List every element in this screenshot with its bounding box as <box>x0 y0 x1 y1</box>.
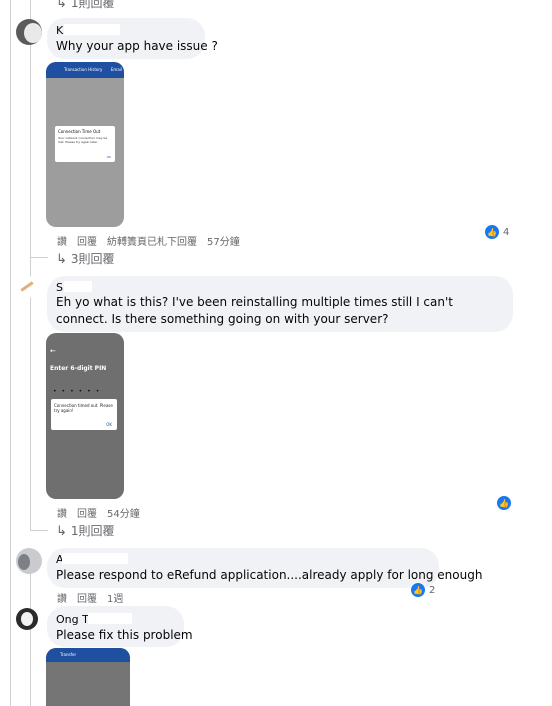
avatar-drawing <box>20 281 34 292</box>
redacted-name <box>64 24 120 35</box>
thread-line <box>30 568 31 706</box>
comment-image[interactable]: Transaction History Email Connection Tim… <box>46 62 124 227</box>
app-header-action: Email <box>110 67 122 72</box>
comment-time[interactable]: 57分鐘 <box>207 237 240 248</box>
like-action[interactable]: 讚 <box>57 237 67 248</box>
view-replies-link[interactable]: ↳ 1則回覆 <box>56 0 115 11</box>
avatar[interactable] <box>16 19 42 45</box>
thread-branch <box>30 530 48 531</box>
reaction-count[interactable]: 👍 4 <box>484 224 509 240</box>
thread-line-outer <box>10 0 11 706</box>
comment-author[interactable]: K <box>56 24 63 37</box>
thumbs-up-icon: 👍 <box>484 224 500 240</box>
reaction-count[interactable]: 👍 2 <box>410 582 435 598</box>
comment-time[interactable]: 1週 <box>107 594 123 605</box>
error-dialog: Connection Time Out Your network connect… <box>55 126 115 162</box>
app-header-title: Transaction History <box>64 67 103 72</box>
avatar[interactable] <box>16 548 42 574</box>
comment-actions: 讚回覆 紡𨍭簀頁已札下回覆 57分鐘 <box>57 233 250 248</box>
like-action[interactable]: 讚 <box>57 594 67 605</box>
thumbs-up-icon: 👍 <box>410 582 426 598</box>
translation-action[interactable]: 紡𨍭簀頁已札下回覆 <box>107 237 197 248</box>
reply-arrow-icon: ↳ <box>56 252 67 267</box>
avatar[interactable] <box>16 608 38 630</box>
comment-image[interactable]: Transfer <box>46 648 130 706</box>
comment-actions: 讚回覆 1週 <box>57 590 133 605</box>
comment-text: Please fix this problem <box>56 628 193 642</box>
app-header: Transfer <box>46 648 130 662</box>
pin-dots: •••••• <box>53 388 105 395</box>
comment-author[interactable]: S <box>56 281 63 294</box>
redacted-name <box>62 553 128 564</box>
comment-author[interactable]: Ong T <box>56 613 89 626</box>
avatar-photo <box>24 23 42 43</box>
thumbs-up-icon: 👍 <box>496 495 512 511</box>
view-replies-link[interactable]: ↳ 3則回覆 <box>56 250 115 267</box>
thread-line <box>30 0 31 530</box>
redacted-name <box>88 613 132 624</box>
reaction-count[interactable]: 👍 <box>496 495 512 511</box>
view-replies-link[interactable]: ↳ 1則回覆 <box>56 522 115 539</box>
avatar-photo <box>21 612 33 626</box>
comment-time[interactable]: 54分鐘 <box>107 509 140 520</box>
app-header-title: Transfer <box>60 652 77 657</box>
redacted-name <box>64 281 92 292</box>
reply-action[interactable]: 回覆 <box>77 509 97 520</box>
comment-actions: 讚回覆 54分鐘 <box>57 505 150 520</box>
dialog-ok: OK <box>106 422 112 427</box>
reply-arrow-icon: ↳ <box>56 0 67 11</box>
comment-text: Eh yo what is this? I've been reinstalli… <box>56 295 453 326</box>
reply-arrow-icon: ↳ <box>56 524 67 539</box>
dialog-body: Your network connection may be lost. Ple… <box>58 136 108 144</box>
like-action[interactable]: 讚 <box>57 509 67 520</box>
avatar[interactable] <box>16 276 38 298</box>
comment-text: Why your app have issue ? <box>56 39 218 53</box>
comment-image[interactable]: ← Enter 6-digit PIN •••••• Connection ti… <box>46 333 124 499</box>
back-arrow-icon: ← <box>50 347 56 355</box>
pin-title: Enter 6-digit PIN <box>50 365 107 372</box>
app-header: Transaction History Email <box>46 62 124 78</box>
error-dialog: Connection timed out. Please try again! … <box>51 399 117 430</box>
reply-action[interactable]: 回覆 <box>77 594 97 605</box>
reply-action[interactable]: 回覆 <box>77 237 97 248</box>
avatar-photo <box>18 554 30 570</box>
dialog-title: Connection Time Out <box>58 129 101 134</box>
dialog-ok: OK <box>106 155 111 159</box>
thread-branch <box>30 257 48 258</box>
dialog-body: Connection timed out. Please try again! <box>54 403 113 413</box>
